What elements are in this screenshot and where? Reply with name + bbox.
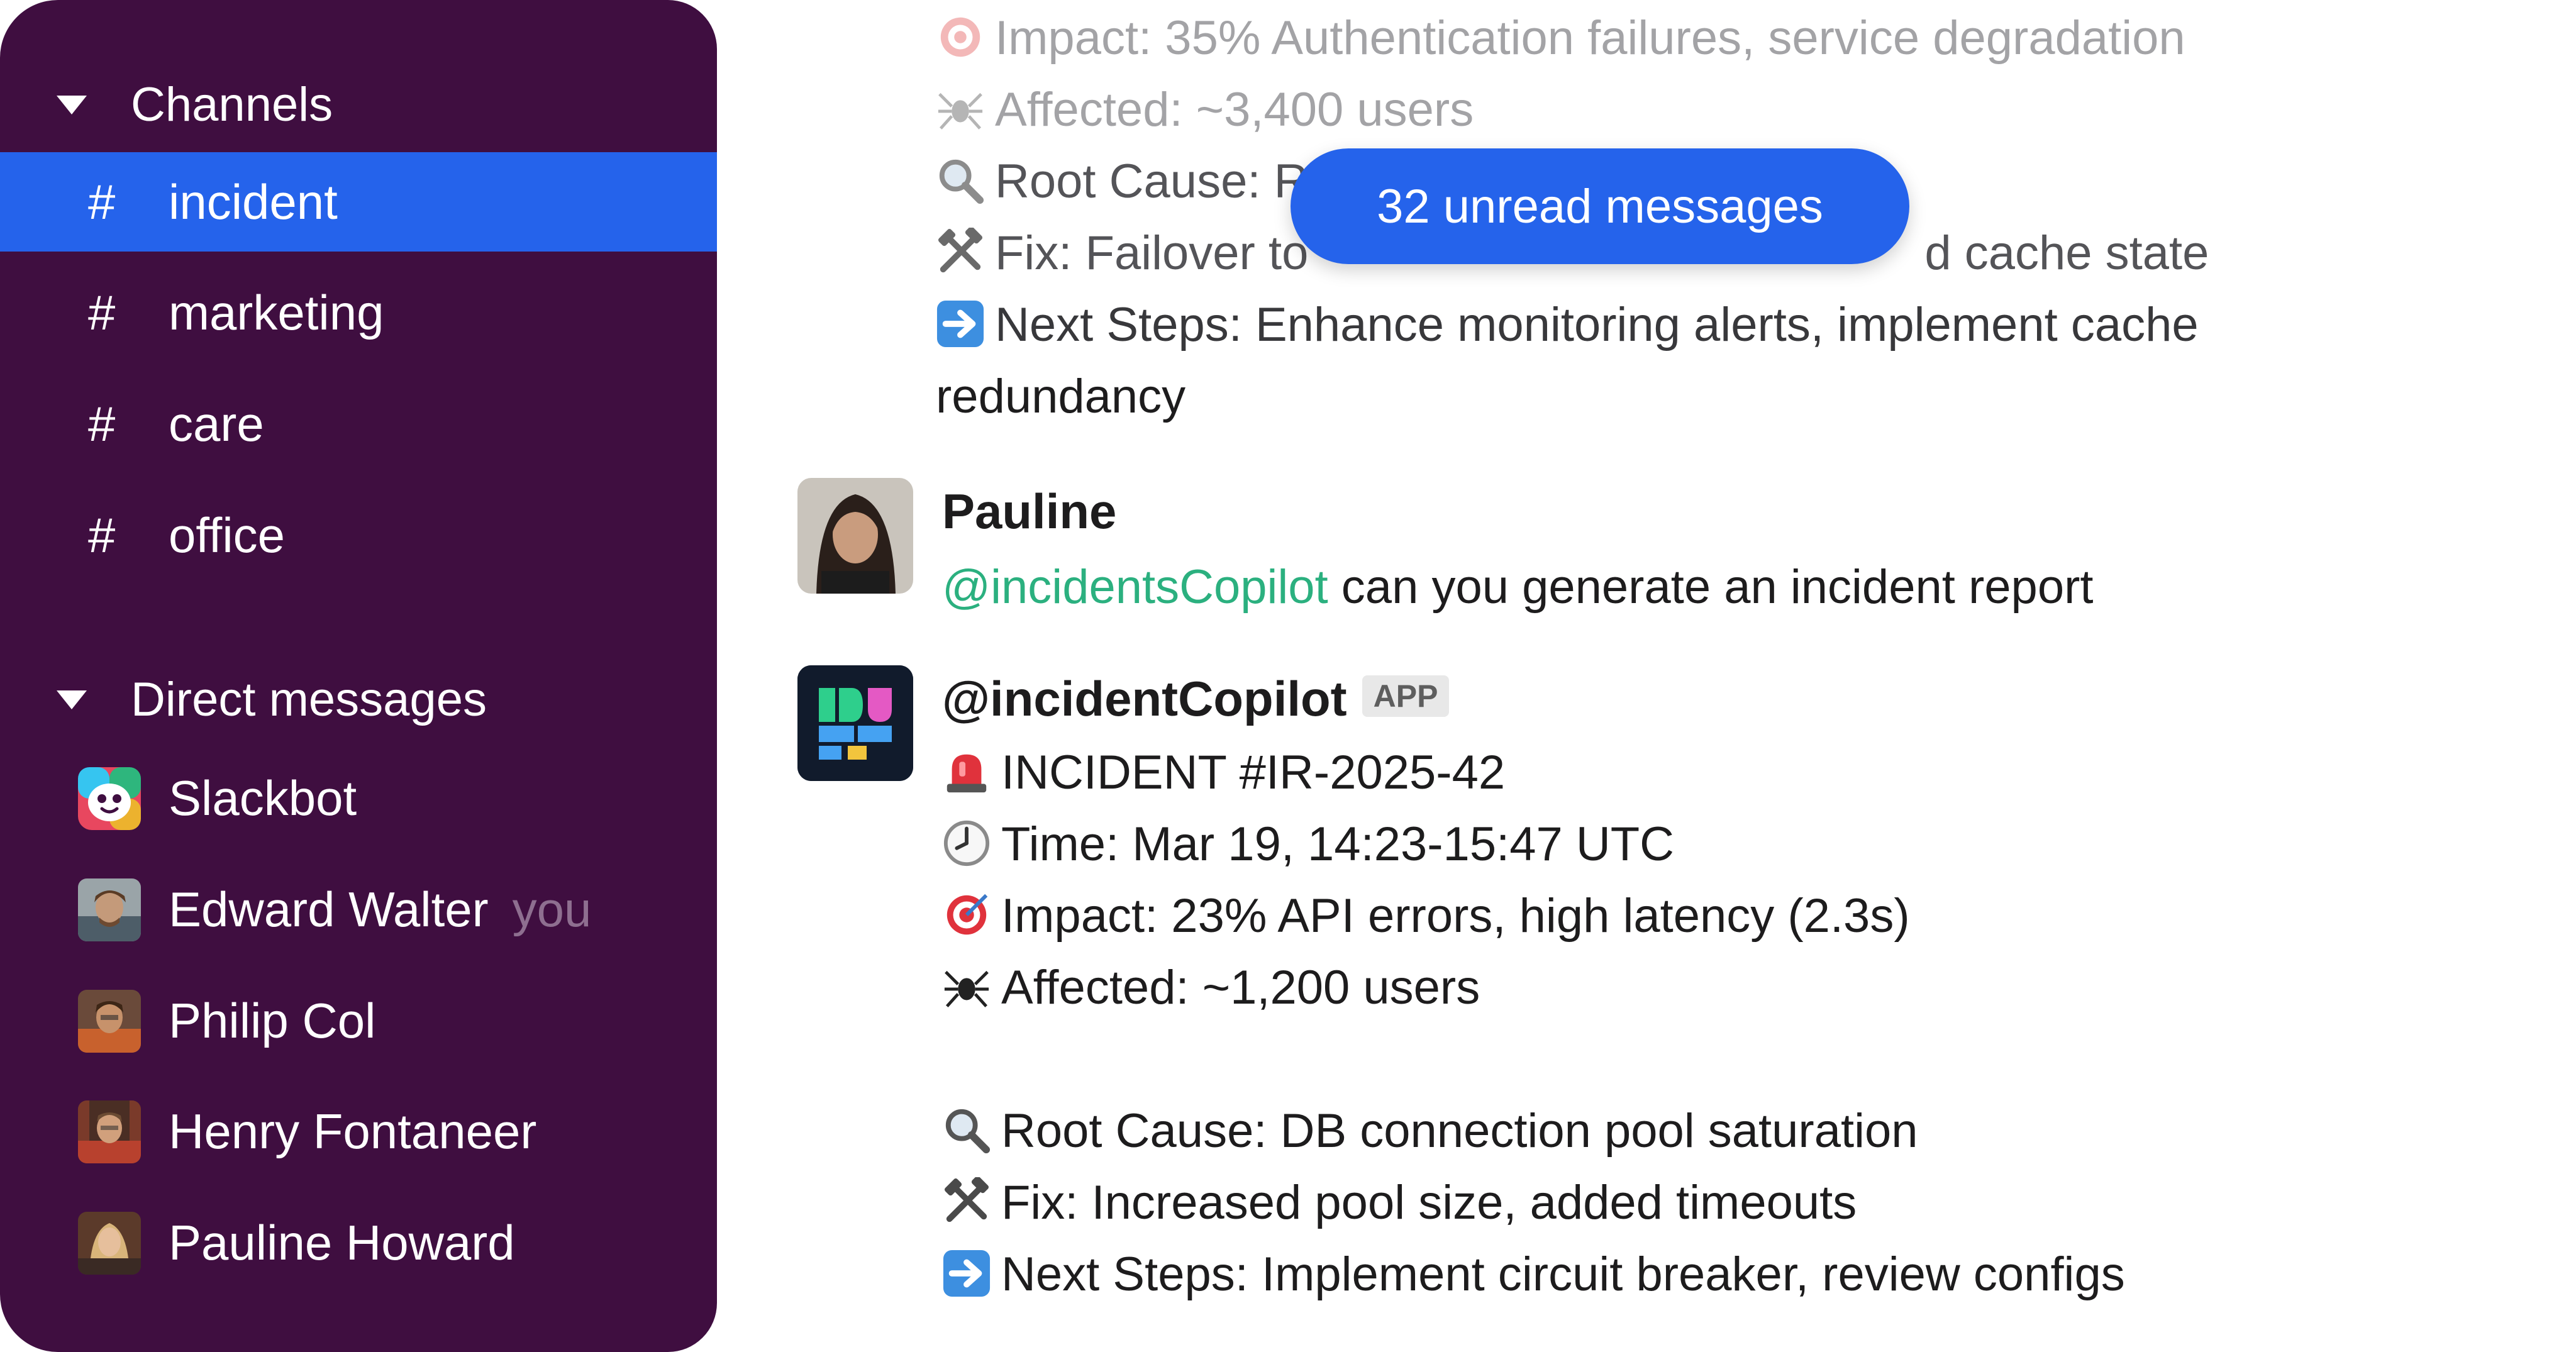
sidebar-item-marketing[interactable]: # marketing — [0, 263, 717, 362]
prev-affected-text: Affected: ~3,400 users — [995, 83, 1474, 136]
unread-messages-button[interactable]: 32 unread messages — [1291, 148, 1909, 264]
dm-section-header[interactable]: Direct messages — [0, 655, 717, 743]
channels-section-header[interactable]: Channels — [0, 60, 717, 148]
target-icon — [940, 17, 980, 57]
tools-icon — [938, 228, 983, 273]
dm-item-pauline-howard[interactable]: Pauline Howard — [0, 1193, 717, 1292]
dm-item-henry-fontaneer[interactable]: Henry Fontaneer — [0, 1082, 717, 1181]
dm-item-edward-walter[interactable]: Edward Walter you — [0, 860, 717, 959]
hash-icon: # — [88, 174, 116, 230]
sidebar-item-incident[interactable]: # incident — [0, 152, 717, 252]
bot-impact-line: Impact: 23% API errors, high latency (2.… — [942, 880, 1910, 952]
bot-root-cause-text: Root Cause: DB connection pool saturatio… — [1001, 1104, 1918, 1158]
bot-fix-text: Fix: Increased pool size, added timeouts — [1001, 1176, 1857, 1229]
bot-time-line: Time: Mar 19, 14:23-15:47 UTC — [942, 809, 1674, 880]
bot-next-steps-line: Next Steps: Implement circuit breaker, r… — [942, 1239, 2125, 1310]
hash-icon: # — [88, 396, 116, 452]
dm-item-slackbot[interactable]: Slackbot — [0, 748, 717, 848]
avatar — [78, 990, 141, 1053]
bot-title-line: INCIDENT #IR-2025-42 — [942, 737, 1505, 809]
prev-root-cause-line: Root Cause: R — [936, 146, 1308, 218]
pauline-message-text: @incidentsCopilot can you generate an in… — [942, 551, 2094, 623]
dm-item-name: Edward Walter — [169, 881, 489, 937]
prev-affected-line: Affected: ~3,400 users — [936, 74, 1474, 146]
mention-link[interactable]: @incidentsCopilot — [942, 560, 1328, 614]
prev-impact-text: Impact: 35% Authentication failures, ser… — [995, 11, 2185, 65]
bot-affected-line: Affected: ~1,200 users — [942, 952, 1480, 1024]
dm-header-label: Direct messages — [131, 672, 487, 726]
dm-item-label: Philip Col — [169, 992, 376, 1048]
pauline-author[interactable]: Pauline — [942, 483, 1116, 540]
spider-icon — [944, 970, 989, 1007]
bot-fix-line: Fix: Increased pool size, added timeouts — [942, 1167, 1857, 1239]
bot-impact-text: Impact: 23% API errors, high latency (2.… — [1001, 889, 1910, 943]
tools-icon — [944, 1177, 989, 1222]
app-window: Channels # incident # marketing # care #… — [0, 0, 2576, 1352]
pauline-message-body: can you generate an incident report — [1328, 560, 2094, 614]
bot-author-name[interactable]: @incidentCopilot — [942, 671, 1347, 726]
prev-next-steps-text: Next Steps: Enhance monitoring alerts, i… — [995, 298, 2199, 352]
caret-down-icon[interactable] — [57, 690, 87, 709]
hash-icon: # — [88, 507, 116, 563]
sidebar-item-label: incident — [169, 174, 338, 230]
bot-affected-text: Affected: ~1,200 users — [1001, 961, 1480, 1014]
siren-icon — [947, 754, 987, 793]
bot-title-text: INCIDENT #IR-2025-42 — [1001, 746, 1506, 799]
avatar — [78, 878, 141, 941]
prev-next-steps-line: Next Steps: Enhance monitoring alerts, i… — [936, 289, 2199, 361]
you-indicator: you — [512, 881, 592, 937]
incident-copilot-author[interactable]: @incidentCopilot APP — [942, 670, 1450, 728]
slackbot-avatar — [78, 767, 141, 830]
bot-next-steps-text: Next Steps: Implement circuit breaker, r… — [1001, 1248, 2125, 1301]
prev-next-steps-cont: redundancy — [936, 370, 1186, 423]
prev-impact-line: Impact: 35% Authentication failures, ser… — [936, 3, 2185, 74]
arrow-right-icon — [943, 1249, 991, 1297]
message-pane: Impact: 35% Authentication failures, ser… — [717, 0, 2576, 1352]
avatar — [78, 1212, 141, 1275]
dm-item-label: Edward Walter you — [169, 881, 591, 938]
magnifier-icon — [939, 159, 984, 204]
magnifier-icon — [945, 1109, 991, 1154]
sidebar-item-label: marketing — [169, 284, 384, 340]
sidebar: Channels # incident # marketing # care #… — [0, 0, 717, 1352]
prev-root-cause-text: Root Cause: R — [995, 155, 1309, 208]
prev-fix-text: Fix: Failover to — [995, 226, 1309, 280]
bot-time-text: Time: Mar 19, 14:23-15:47 UTC — [1001, 817, 1675, 871]
dm-item-label: Slackbot — [169, 770, 357, 826]
channels-header-label: Channels — [131, 77, 333, 131]
app-badge: APP — [1362, 675, 1450, 717]
pauline-avatar[interactable] — [797, 478, 913, 594]
sidebar-item-care[interactable]: # care — [0, 374, 717, 474]
sidebar-item-office[interactable]: # office — [0, 485, 717, 585]
dm-item-philip-col[interactable]: Philip Col — [0, 971, 717, 1070]
sidebar-item-label: office — [169, 507, 286, 563]
prev-fix-end-text: d cache state — [1924, 226, 2209, 280]
caret-down-icon[interactable] — [57, 96, 87, 114]
arrow-right-icon — [936, 300, 984, 348]
bot-root-cause-line: Root Cause: DB connection pool saturatio… — [942, 1095, 1918, 1167]
target-icon — [947, 894, 988, 935]
incident-copilot-avatar[interactable] — [797, 665, 913, 781]
dm-item-label: Henry Fontaneer — [169, 1103, 537, 1159]
sidebar-item-label: care — [169, 396, 264, 452]
dm-item-label: Pauline Howard — [169, 1214, 515, 1270]
spider-icon — [938, 92, 983, 130]
hash-icon: # — [88, 284, 116, 340]
clock-icon — [943, 820, 990, 867]
avatar — [78, 1100, 141, 1163]
